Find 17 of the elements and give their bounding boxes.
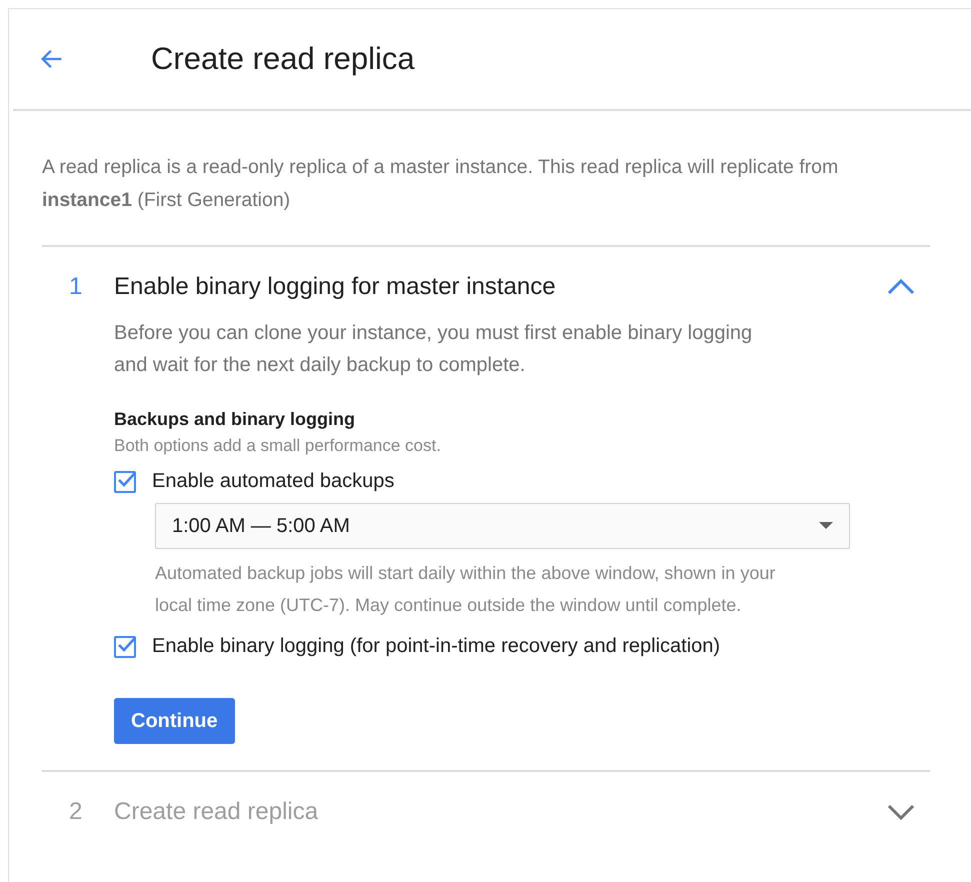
checkbox[interactable]: [114, 470, 136, 492]
step-number: 1: [68, 273, 84, 301]
checkbox-label: Enable automated backups: [152, 470, 394, 493]
intro-text: A read replica is a read-only replica of a master instance. This read replica will replicate from instance1 (First Generation): [42, 155, 840, 213]
page-title: Create read replica: [151, 41, 415, 77]
step-number: 2: [68, 798, 84, 826]
checkbox-label: Enable binary logging (for point-in-time recovery and replication): [152, 635, 720, 658]
section-subtitle: Both options add a small performance cost.: [114, 436, 442, 456]
help-text: Automated backup jobs will start daily within the above window, shown in your local time zone (UTC-7). May continue outside the window until complete.: [155, 562, 776, 617]
dropdown-caret-icon: [819, 522, 833, 530]
checkbox[interactable]: [114, 636, 136, 658]
continue-button[interactable]: Continue: [114, 698, 235, 744]
section-title: Backups and binary logging: [114, 409, 356, 430]
step-title[interactable]: Enable binary logging for master instance: [114, 273, 886, 301]
time-window-select[interactable]: 1:00 AM — 5:00 AM: [155, 503, 850, 549]
step-description: Before you can clone your instance, you must first enable binary logging and wait for the next daily backup to complete.: [114, 321, 754, 378]
chevron-up-icon[interactable]: [886, 277, 916, 297]
